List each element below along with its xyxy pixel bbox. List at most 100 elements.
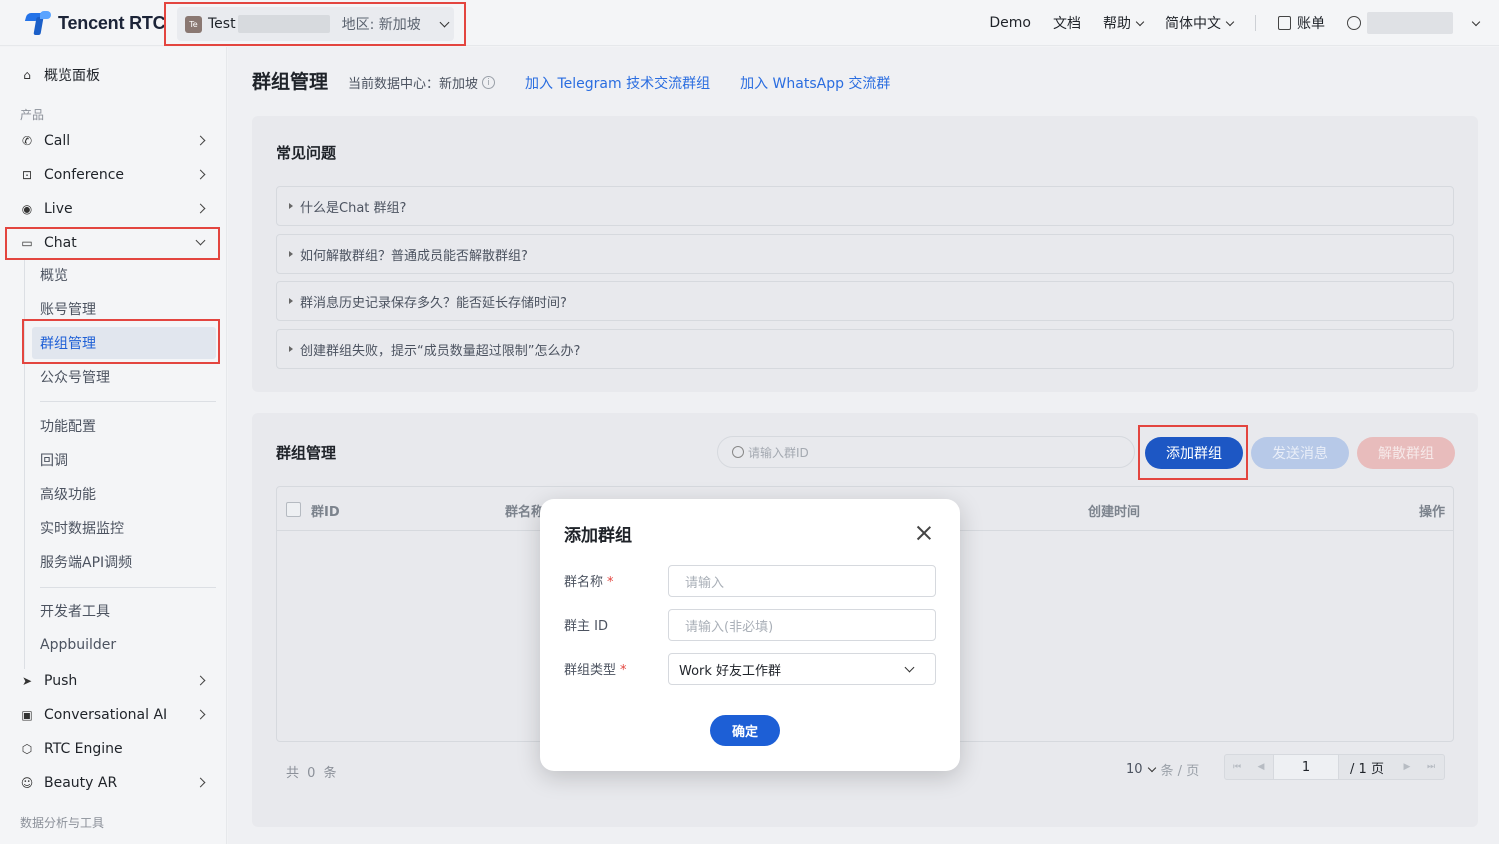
group-search-input[interactable]: 请输入群ID: [717, 436, 1135, 468]
user-icon: [1347, 16, 1361, 30]
sidebar-group-tools: 数据分析与工具: [20, 816, 105, 830]
dismiss-group-button[interactable]: 解散群组: [1357, 437, 1455, 469]
nav-billing[interactable]: 账单: [1278, 13, 1325, 33]
sidebar-subitem-appbuilder[interactable]: Appbuilder: [32, 629, 216, 661]
sidebar-subitem-devtools[interactable]: 开发者工具: [32, 595, 216, 627]
datacenter-info: 当前数据中心：新加坡 i: [348, 73, 496, 92]
sidebar-item-label: Live: [44, 201, 73, 217]
select-all-checkbox[interactable]: [286, 502, 301, 517]
live-icon: ◉: [21, 202, 33, 216]
sidebar-subitem-chat-overview[interactable]: 概览: [32, 259, 216, 291]
app-selector[interactable]: Te Test 地区: 新加坡: [177, 7, 454, 41]
sidebar-subitem-groups[interactable]: 群组管理: [32, 327, 216, 359]
last-page-icon[interactable]: ⏭: [1419, 755, 1443, 779]
sidebar-item-overview[interactable]: ⌂ 概览面板: [8, 59, 218, 91]
group-type-value: Work 好友工作群: [679, 663, 782, 679]
sidebar-item-conversational-ai[interactable]: ▣ Conversational AI: [8, 699, 218, 731]
nav-help-label: 帮助: [1103, 16, 1131, 32]
faq-item[interactable]: 群消息历史记录保存多久？能否延长存储时间?: [276, 281, 1454, 321]
sidebar-subitem-features[interactable]: 功能配置: [32, 410, 216, 442]
whatsapp-link[interactable]: 加入 WhatsApp 交流群: [740, 73, 890, 93]
sidebar-subitem-callback[interactable]: 回调: [32, 444, 216, 476]
group-name-input[interactable]: 请输入: [668, 565, 936, 597]
beauty-icon: ☺: [20, 776, 34, 790]
faq-item[interactable]: 什么是Chat 群组?: [276, 186, 1454, 226]
nav-billing-label: 账单: [1297, 16, 1325, 32]
caret-right-icon: [289, 346, 293, 352]
chevron-right-icon: [195, 777, 206, 788]
sidebar-divider: [40, 587, 216, 588]
owner-id-placeholder: 请输入(非必填): [685, 619, 774, 635]
chat-icon: ▭: [21, 236, 33, 250]
chevron-down-icon: [195, 235, 206, 246]
faq-card: 常见问题 什么是Chat 群组? 如何解散群组？普通成员能否解散群组? 群消息历…: [252, 116, 1478, 392]
sidebar-item-conference[interactable]: ⊡ Conference: [8, 159, 218, 191]
sidebar: ⌂ 概览面板 产品 ✆ Call ⊡ Conference ◉ Live ▭ C…: [0, 47, 227, 844]
chevron-right-icon: [195, 169, 206, 180]
sidebar-item-chat[interactable]: ▭ Chat: [8, 227, 218, 259]
sidebar-item-beauty-ar[interactable]: ☺ Beauty AR: [8, 767, 218, 799]
sidebar-subitem-server-api[interactable]: 服务端API调频: [32, 546, 216, 578]
sidebar-subitem-monitoring[interactable]: 实时数据监控: [32, 512, 216, 544]
info-icon[interactable]: i: [482, 76, 496, 89]
sidebar-item-live[interactable]: ◉ Live: [8, 193, 218, 225]
user-menu[interactable]: [1347, 12, 1481, 34]
sidebar-item-label: Push: [44, 673, 78, 689]
confirm-button[interactable]: 确定: [710, 715, 780, 746]
chevron-down-icon: [1147, 763, 1156, 773]
sidebar-item-push[interactable]: ➤ Push: [8, 665, 218, 697]
caret-right-icon: [289, 298, 293, 304]
next-page-icon[interactable]: ▶: [1395, 755, 1419, 779]
search-icon: [732, 446, 744, 458]
first-page-icon[interactable]: ⏮: [1225, 755, 1249, 779]
faq-question: 如何解散群组？普通成员能否解散群组?: [300, 248, 528, 264]
sidebar-item-rtc-engine[interactable]: ⬡ RTC Engine: [8, 733, 218, 765]
close-icon[interactable]: [916, 525, 932, 541]
group-name-placeholder: 请输入: [685, 575, 725, 591]
page-total-label: / 1 页: [1350, 761, 1384, 777]
search-placeholder: 请输入群ID: [748, 445, 809, 460]
chevron-down-icon: [1471, 17, 1481, 26]
chevron-right-icon: [195, 203, 206, 214]
page-number-input[interactable]: 1: [1273, 755, 1339, 779]
conference-icon: ⊡: [21, 168, 33, 182]
nav-language-label: 简体中文: [1165, 16, 1221, 32]
faq-question: 创建群组失败，提示“成员数量超过限制”怎么办?: [300, 343, 581, 359]
brand-logo[interactable]: Tencent RTC: [24, 11, 166, 35]
add-group-button[interactable]: 添加群组: [1145, 437, 1243, 469]
group-type-label: 群组类型 *: [564, 659, 627, 678]
required-asterisk: *: [607, 575, 614, 590]
sidebar-item-label: Chat: [44, 235, 77, 251]
sidebar-subitem-advanced[interactable]: 高级功能: [32, 478, 216, 510]
faq-question: 群消息历史记录保存多久？能否延长存储时间?: [300, 295, 567, 311]
page-size-value: 10: [1126, 762, 1143, 777]
faq-question: 什么是Chat 群组?: [300, 200, 407, 216]
column-actions: 操作: [1418, 505, 1445, 520]
page-size-select[interactable]: 10 条 / 页: [1126, 760, 1199, 779]
group-type-select[interactable]: Work 好友工作群: [668, 653, 936, 685]
telegram-link[interactable]: 加入 Telegram 技术交流群组: [525, 73, 710, 93]
bill-icon: [1278, 16, 1291, 30]
nav-help[interactable]: 帮助: [1103, 13, 1145, 33]
faq-item[interactable]: 如何解散群组？普通成员能否解散群组?: [276, 234, 1454, 274]
nav-demo[interactable]: Demo: [989, 15, 1031, 31]
nav-divider: [1255, 15, 1256, 31]
sidebar-subitem-accounts[interactable]: 账号管理: [32, 293, 216, 325]
owner-id-input[interactable]: 请输入(非必填): [668, 609, 936, 641]
sidebar-subitem-official-accounts[interactable]: 公众号管理: [32, 361, 216, 393]
ai-icon: ▣: [21, 708, 33, 722]
per-page-label: 条 / 页: [1160, 764, 1200, 779]
chevron-right-icon: [195, 709, 206, 720]
sidebar-item-call[interactable]: ✆ Call: [8, 125, 218, 157]
prev-page-icon[interactable]: ◀: [1249, 755, 1273, 779]
send-message-button[interactable]: 发送消息: [1251, 437, 1349, 469]
brand-name: Tencent RTC: [58, 12, 166, 33]
tencent-logo-icon: [24, 11, 52, 35]
caret-right-icon: [289, 203, 293, 209]
faq-item[interactable]: 创建群组失败，提示“成员数量超过限制”怎么办?: [276, 329, 1454, 369]
sidebar-divider: [40, 401, 216, 402]
nav-docs[interactable]: 文档: [1053, 13, 1081, 33]
sidebar-tree-line: [24, 259, 25, 669]
nav-language[interactable]: 简体中文: [1165, 13, 1235, 33]
total-count: 共 0 条: [286, 766, 339, 781]
